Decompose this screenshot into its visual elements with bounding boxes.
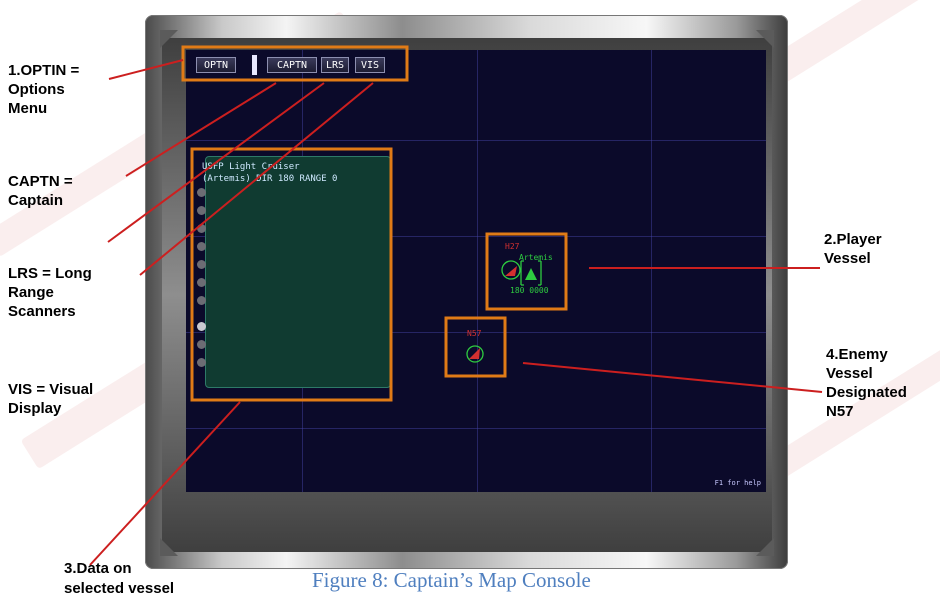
- data-panel-annotation: 3.Data on selected vessel: [64, 560, 175, 597]
- captn-annotation: CAPTN = Captain: [8, 173, 73, 209]
- enemy-vessel-icon[interactable]: [466, 345, 484, 363]
- map-overlay-graphics: [89, 30, 823, 566]
- lrs-annotation: LRS = Long Range Scanners: [8, 265, 92, 320]
- data-panel-highlight-box: [190, 147, 393, 402]
- player-vessel-annotation: 2.Player Vessel: [824, 231, 882, 267]
- optin-annotation: 1.OPTIN = Options Menu: [8, 62, 80, 117]
- player-vessel-icon[interactable]: [501, 260, 542, 286]
- figure-caption: Figure 8: Captain’s Map Console: [312, 568, 591, 592]
- leader-lines: [89, 59, 823, 566]
- player-vessel-highlight-box: [485, 232, 568, 311]
- frame-corner-marks: [160, 30, 774, 556]
- enemy-vessel-highlight-box: [444, 316, 507, 378]
- enemy-vessel-annotation: 4.Enemy Vessel Designated N57: [826, 346, 907, 420]
- vis-annotation: VIS = Visual Display: [8, 381, 94, 417]
- toolbar-highlight-box: [181, 45, 409, 82]
